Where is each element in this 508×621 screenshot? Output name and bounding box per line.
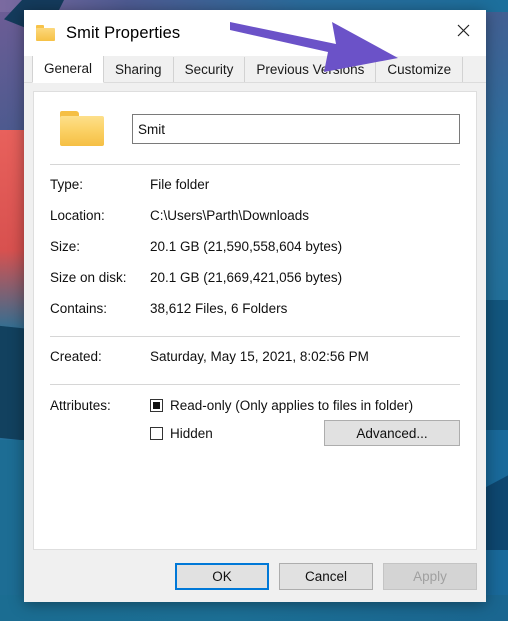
info-value: 38,612 Files, 6 Folders (150, 301, 288, 316)
folder-icon (36, 25, 56, 41)
info-row-type: Type: File folder (50, 169, 460, 200)
info-row-size: Size: 20.1 GB (21,590,558,604 bytes) (50, 231, 460, 262)
readonly-label: Read-only (Only applies to files in fold… (170, 397, 414, 413)
tab-sharing[interactable]: Sharing (104, 57, 174, 82)
dialog-footer: OK Cancel Apply (24, 550, 486, 602)
info-label: Size on disk: (50, 270, 127, 285)
tab-previous-versions[interactable]: Previous Versions (245, 57, 377, 82)
attributes-label: Attributes: (50, 397, 111, 413)
properties-dialog: Smit Properties General Sharing Security… (24, 10, 486, 602)
info-row-created: Created: Saturday, May 15, 2021, 8:02:56… (50, 341, 460, 372)
info-row-location: Location: C:\Users\Parth\Downloads (50, 200, 460, 231)
info-label: Created: (50, 349, 102, 364)
close-icon[interactable] (440, 10, 486, 50)
dialog-body: Type: File folder Location: C:\Users\Par… (24, 83, 486, 550)
info-value: 20.1 GB (21,669,421,056 bytes) (150, 270, 343, 285)
cancel-button[interactable]: Cancel (279, 562, 373, 590)
apply-button: Apply (383, 562, 477, 590)
info-label: Type: (50, 177, 84, 192)
tab-customize[interactable]: Customize (376, 57, 464, 82)
info-value: File folder (150, 177, 210, 192)
hidden-label: Hidden (170, 425, 213, 441)
title-bar: Smit Properties (24, 10, 486, 56)
hidden-checkbox[interactable] (150, 426, 163, 440)
folder-icon (58, 109, 106, 149)
folder-name-row (50, 106, 460, 152)
folder-name-input[interactable] (132, 114, 460, 144)
info-row-size-on-disk: Size on disk: 20.1 GB (21,669,421,056 by… (50, 262, 460, 293)
advanced-button[interactable]: Advanced... (324, 420, 460, 446)
info-label: Location: (50, 208, 105, 223)
attributes-readonly-row: Attributes: Read-only (Only applies to f… (50, 391, 460, 419)
file-info-list: Type: File folder Location: C:\Users\Par… (50, 165, 460, 324)
tab-security[interactable]: Security (173, 57, 246, 82)
ok-button[interactable]: OK (175, 562, 269, 590)
readonly-checkbox[interactable] (150, 398, 163, 412)
window-title: Smit Properties (66, 23, 181, 42)
tab-general[interactable]: General (32, 56, 105, 83)
created-section: Created: Saturday, May 15, 2021, 8:02:56… (50, 337, 460, 372)
attributes-section: Attributes: Read-only (Only applies to f… (50, 385, 460, 447)
info-label: Contains: (50, 301, 108, 316)
info-label: Size: (50, 239, 81, 254)
info-value: Saturday, May 15, 2021, 8:02:56 PM (150, 349, 369, 364)
info-value: C:\Users\Parth\Downloads (150, 208, 310, 223)
general-tab-panel: Type: File folder Location: C:\Users\Par… (33, 91, 477, 550)
tab-strip: General Sharing Security Previous Versio… (24, 56, 486, 83)
info-row-contains: Contains: 38,612 Files, 6 Folders (50, 293, 460, 324)
info-value: 20.1 GB (21,590,558,604 bytes) (150, 239, 343, 254)
attributes-hidden-row: Hidden Advanced... (50, 419, 460, 447)
